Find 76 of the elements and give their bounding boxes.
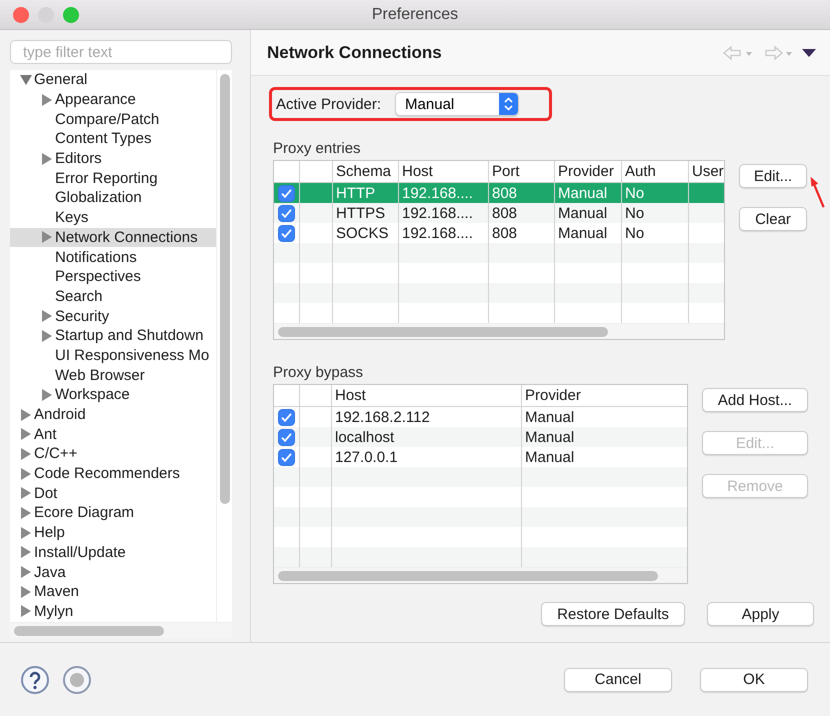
checkbox[interactable]	[278, 204, 295, 222]
expanded-arrow-icon[interactable]	[20, 74, 32, 86]
checkbox[interactable]	[278, 184, 295, 202]
tree-item[interactable]: Java	[10, 562, 216, 582]
collapsed-arrow-icon[interactable]	[41, 152, 53, 165]
page-button[interactable]: Restore Defaults	[541, 602, 685, 626]
tree-item[interactable]: Install/Update	[10, 542, 216, 562]
section-label: Proxy entries	[273, 140, 362, 157]
collapsed-arrow-icon[interactable]	[20, 506, 32, 519]
collapsed-arrow-icon[interactable]	[41, 310, 53, 322]
collapsed-arrow-icon[interactable]	[20, 546, 32, 558]
collapsed-arrow-icon[interactable]	[20, 408, 32, 421]
zoom-button[interactable]	[63, 7, 79, 23]
tree-item[interactable]: Content Types	[10, 129, 216, 149]
tree-item[interactable]: Network Connections	[10, 228, 216, 248]
tree-item[interactable]: Editors	[10, 148, 216, 168]
collapsed-arrow-icon[interactable]	[41, 231, 53, 244]
table-row[interactable]: HTTPS 192.168.... 808 Manual No	[274, 203, 724, 223]
tree-item[interactable]: Compare/Patch	[10, 109, 216, 130]
section-label: Proxy bypass	[273, 364, 364, 381]
tree-item[interactable]: General	[10, 70, 216, 90]
tree-item[interactable]: Mylyn	[10, 602, 216, 622]
tree-item[interactable]: Ant	[10, 424, 216, 444]
action-button[interactable]: Add Host...	[702, 388, 808, 412]
tree-item[interactable]: C/C++	[10, 444, 216, 464]
filter-field[interactable]: type filter text	[10, 40, 232, 64]
tree-item[interactable]: Error Reporting	[10, 168, 216, 188]
tree-item[interactable]: Search	[10, 286, 216, 306]
record-icon[interactable]	[62, 664, 92, 694]
tree-item[interactable]: Help	[10, 522, 216, 542]
collapsed-arrow-icon[interactable]	[20, 605, 32, 618]
checkbox[interactable]	[278, 408, 295, 426]
collapsed-arrow-icon[interactable]	[20, 468, 32, 480]
scrollbar[interactable]	[216, 70, 232, 622]
checkbox[interactable]	[278, 448, 295, 466]
stepper-icon[interactable]	[499, 93, 518, 115]
field-label: Active Provider:	[276, 96, 382, 112]
scrollbar[interactable]	[274, 567, 687, 583]
page-button[interactable]: Apply	[707, 602, 814, 626]
tree-item[interactable]: Android	[10, 404, 216, 424]
collapsed-arrow-icon[interactable]	[20, 428, 32, 440]
dialog-button[interactable]: Cancel	[564, 668, 672, 692]
dialog-button[interactable]: OK	[700, 668, 808, 692]
provider-select[interactable]: Manual	[395, 92, 520, 116]
collapsed-arrow-icon[interactable]	[20, 487, 32, 500]
tree-item[interactable]: Perspectives	[10, 266, 216, 287]
tree-item[interactable]: Notifications	[10, 247, 216, 267]
tree-item[interactable]: Keys	[10, 208, 216, 228]
collapsed-arrow-icon[interactable]	[20, 526, 32, 539]
tree-item[interactable]: Security	[10, 306, 216, 326]
tree-item[interactable]: Appearance	[10, 90, 216, 110]
table-row[interactable]: localhost Manual	[274, 427, 687, 447]
tree-item[interactable]: Startup and Shutdown	[10, 326, 216, 346]
collapsed-arrow-icon[interactable]	[20, 586, 32, 598]
collapsed-arrow-icon[interactable]	[20, 448, 32, 460]
tree-item[interactable]: Web Browser	[10, 365, 216, 385]
close-button[interactable]	[13, 7, 29, 23]
tree-item[interactable]: Ecore Diagram	[10, 503, 216, 523]
tree-item[interactable]: UI Responsiveness Mo	[10, 346, 216, 366]
action-button[interactable]: Edit...	[739, 164, 807, 188]
tree-item[interactable]: Dot	[10, 483, 216, 504]
tree-item[interactable]: Workspace	[10, 385, 216, 405]
tree-item[interactable]: Code Recommenders	[10, 464, 216, 484]
checkbox[interactable]	[278, 224, 295, 242]
tree-item[interactable]: Maven	[10, 582, 216, 602]
help-icon[interactable]	[20, 664, 50, 694]
page-title: Network Connections	[267, 42, 443, 62]
tree-item[interactable]: Globalization	[10, 188, 216, 208]
collapsed-arrow-icon[interactable]	[41, 388, 53, 401]
collapsed-arrow-icon[interactable]	[20, 566, 32, 578]
collapsed-arrow-icon[interactable]	[41, 330, 53, 342]
scrollbar[interactable]	[274, 323, 724, 339]
action-button[interactable]: Clear	[739, 207, 807, 231]
collapsed-arrow-icon[interactable]	[41, 94, 53, 106]
window-title: Preferences	[372, 6, 458, 24]
checkbox[interactable]	[278, 428, 295, 446]
